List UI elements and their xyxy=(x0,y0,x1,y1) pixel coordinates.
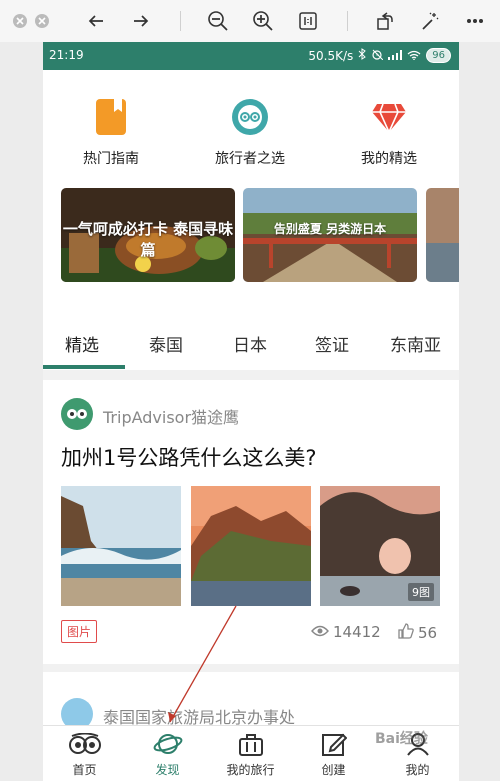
nav-discover[interactable]: 发现 xyxy=(126,732,209,778)
actual-size-icon[interactable] xyxy=(298,9,318,33)
status-bar: 21:19 50.5K/s 96 xyxy=(43,42,459,70)
watermark: Bai经验 xyxy=(375,731,428,747)
quick-link-guides[interactable]: 热门指南 xyxy=(51,98,171,168)
toolbar-divider xyxy=(180,11,181,31)
diamond-icon xyxy=(371,98,407,136)
nav-label: 创建 xyxy=(321,763,346,777)
category-tabs: 精选 泰国 日本 签证 东南亚 xyxy=(43,314,459,370)
post-title[interactable]: 加州1号公路凭什么这么美? xyxy=(61,442,317,472)
phone-screen: 21:19 50.5K/s 96 热门指南 旅行者之选 我的精选 一气呵成必打卡… xyxy=(43,42,459,781)
like-count-value: 56 xyxy=(418,624,438,642)
status-time: 21:19 xyxy=(49,48,84,62)
close-window-icon[interactable] xyxy=(12,9,28,33)
nav-label: 发现 xyxy=(155,763,180,777)
suitcase-icon xyxy=(238,732,264,759)
quick-access-panel: 热门指南 旅行者之选 我的精选 一气呵成必打卡 泰国寻味篇 告别盛夏 另类游日本 xyxy=(43,70,459,342)
alarm-icon xyxy=(371,48,384,63)
thumbs-up-icon xyxy=(398,623,414,643)
owl-icon xyxy=(68,732,102,758)
wifi-icon xyxy=(407,49,421,63)
quick-link-my-picks[interactable]: 我的精选 xyxy=(329,98,449,168)
bluetooth-icon xyxy=(358,48,367,63)
banner-title: 一气呵成必打卡 泰国寻味篇 xyxy=(62,220,234,259)
banner-japan-travel[interactable]: 告别盛夏 另类游日本 xyxy=(243,188,417,282)
post-image[interactable] xyxy=(61,486,181,606)
active-tab-indicator xyxy=(43,365,125,369)
zoom-in-icon[interactable] xyxy=(252,9,274,33)
image-count-badge: 9图 xyxy=(408,583,434,601)
post-author[interactable]: TripAdvisor猫途鹰 xyxy=(103,404,239,428)
eye-icon xyxy=(311,623,329,641)
zoom-out-icon[interactable] xyxy=(207,9,229,33)
view-count: 14412 xyxy=(311,623,381,641)
nav-label: 我的旅行 xyxy=(226,763,275,777)
post-image[interactable] xyxy=(191,486,311,606)
banner-title: 告别盛夏 另类游日本 xyxy=(273,222,387,236)
nav-create[interactable]: 创建 xyxy=(292,732,375,778)
feed-post[interactable]: TripAdvisor猫途鹰 加州1号公路凭什么这么美? 9图 图片 14412… xyxy=(43,380,459,664)
nav-my-trips[interactable]: 我的旅行 xyxy=(209,732,292,778)
viewer-toolbar xyxy=(0,0,500,42)
network-speed: 50.5K/s xyxy=(308,48,354,63)
like-button[interactable]: 56 xyxy=(398,623,437,643)
tab-visa[interactable]: 签证 xyxy=(315,331,349,356)
view-count-value: 14412 xyxy=(333,623,381,641)
edit-icon xyxy=(321,732,347,759)
tab-japan[interactable]: 日本 xyxy=(233,331,267,356)
banner-next[interactable] xyxy=(426,188,459,282)
battery-indicator: 96 xyxy=(426,48,451,63)
tripadvisor-laurel-icon xyxy=(230,98,270,136)
planet-icon xyxy=(153,732,183,759)
rotate-icon[interactable] xyxy=(375,9,395,33)
signal-icon xyxy=(388,49,403,63)
quick-link-label: 旅行者之选 xyxy=(215,151,285,167)
magic-wand-icon[interactable] xyxy=(420,9,440,33)
tab-southeast-asia[interactable]: 东南亚 xyxy=(390,331,441,356)
nav-home[interactable]: 首页 xyxy=(43,732,126,778)
back-arrow-icon[interactable] xyxy=(86,9,106,33)
toolbar-divider xyxy=(347,11,348,31)
tab-featured[interactable]: 精选 xyxy=(65,331,99,356)
tab-thailand[interactable]: 泰国 xyxy=(149,331,183,356)
more-icon[interactable] xyxy=(465,9,485,33)
forward-arrow-icon[interactable] xyxy=(131,9,151,33)
quick-link-label: 我的精选 xyxy=(361,151,417,167)
banner-thailand-food[interactable]: 一气呵成必打卡 泰国寻味篇 xyxy=(61,188,235,282)
quick-link-label: 热门指南 xyxy=(83,151,139,167)
nav-label: 我的 xyxy=(405,763,430,777)
nav-label: 首页 xyxy=(72,763,97,777)
book-icon xyxy=(94,98,128,136)
post-type-tag: 图片 xyxy=(61,620,98,643)
minimize-window-icon[interactable] xyxy=(34,9,50,33)
post-image[interactable]: 9图 xyxy=(320,486,440,606)
author-avatar[interactable] xyxy=(61,398,93,430)
quick-link-travelers-choice[interactable]: 旅行者之选 xyxy=(190,98,310,168)
